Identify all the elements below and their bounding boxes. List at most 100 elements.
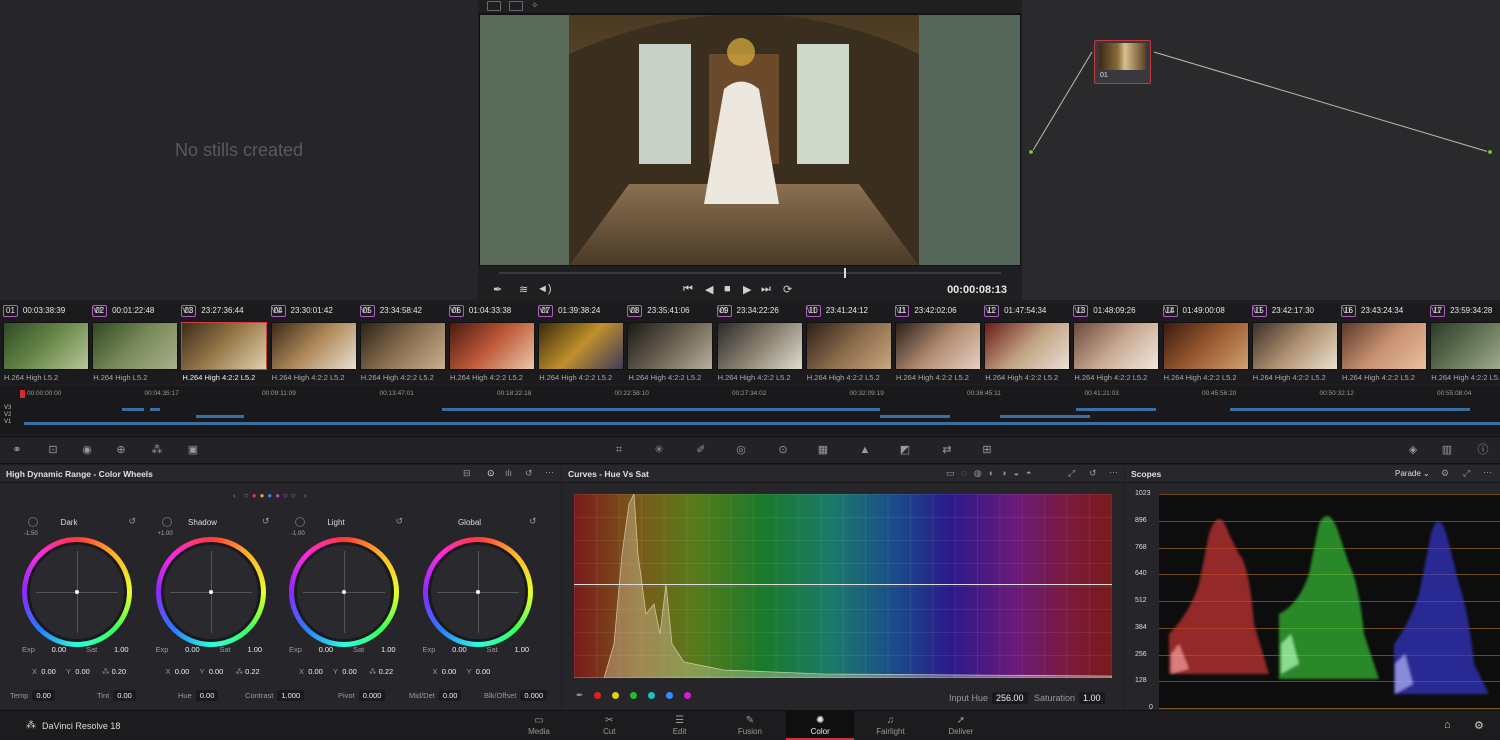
middet-control[interactable]: Mid/Det 0.00 xyxy=(409,690,462,701)
loop-icon[interactable]: ⟳ xyxy=(783,283,792,296)
exp-field[interactable]: Exp 0.00 xyxy=(423,645,467,654)
sat-field[interactable]: Sat 1.00 xyxy=(220,645,263,654)
page-tab-fairlight[interactable]: ♫ Fairlight xyxy=(857,711,925,740)
timeline-clip[interactable] xyxy=(880,415,950,418)
sat-field[interactable]: Sat 1.00 xyxy=(86,645,129,654)
clip-thumbnail[interactable] xyxy=(92,322,179,370)
scope-expand-icon[interactable]: ⤢ xyxy=(1463,468,1470,479)
scope-mode-select[interactable]: Parade ⌄ xyxy=(1395,469,1430,478)
tracker-icon[interactable]: ⊙ xyxy=(776,444,790,456)
magic-mask-icon[interactable]: ✧ xyxy=(531,0,545,10)
play-reverse-icon[interactable]: ◀ xyxy=(705,283,713,296)
hue-dot[interactable] xyxy=(666,692,673,699)
hue-dot[interactable] xyxy=(648,692,655,699)
more-options-icon[interactable]: ⋯ xyxy=(545,467,554,478)
timeline-ruler[interactable]: 00:00:00:00 00:04:35:17 00:09:11:09 00:13:4… xyxy=(22,390,1500,402)
page-tab-media[interactable]: ▭ Media xyxy=(505,711,573,740)
clip-thumbnail[interactable] xyxy=(3,322,89,370)
corrector-node[interactable]: 01 xyxy=(1094,40,1151,84)
pivot-control[interactable]: Pivot 0.000 xyxy=(338,690,386,701)
lum-field[interactable]: ⁂ 0.22 xyxy=(369,667,393,676)
timeline-clip[interactable] xyxy=(1076,408,1156,411)
lum-field[interactable]: ⁂ 0.20 xyxy=(102,667,126,676)
viewer-image[interactable] xyxy=(479,14,1021,266)
timeline-clip[interactable] xyxy=(122,408,144,411)
wheel-center[interactable] xyxy=(427,542,528,642)
curve-line[interactable] xyxy=(574,584,1112,585)
bars-mode-icon[interactable]: ılı xyxy=(505,468,512,478)
exp-field[interactable]: Exp 0.00 xyxy=(22,645,66,654)
timeline-playhead[interactable] xyxy=(20,390,25,398)
y-field[interactable]: Y 0.00 xyxy=(200,667,224,676)
input-port[interactable] xyxy=(1028,149,1034,155)
clip-thumbnail[interactable] xyxy=(716,322,803,370)
page-tab-edit[interactable]: ☰ Edit xyxy=(646,711,714,740)
wheel-ring[interactable] xyxy=(22,537,132,647)
exp-field[interactable]: Exp 0.00 xyxy=(289,645,333,654)
wheel-ring[interactable] xyxy=(422,537,533,647)
scope-settings-icon[interactable]: ⚙ xyxy=(1441,468,1449,479)
curve-mode-icons[interactable]: ▭◌◍◐◑◒◓ xyxy=(946,468,1038,479)
clip-thumbnail[interactable] xyxy=(181,322,268,370)
wheel-center[interactable] xyxy=(27,542,127,642)
expand-icon[interactable]: ⤢ xyxy=(1068,468,1075,479)
blur-icon[interactable]: ▲ xyxy=(858,444,872,456)
exp-field[interactable]: Exp 0.00 xyxy=(156,645,200,654)
y-field[interactable]: Y 0.00 xyxy=(333,667,357,676)
keyframe-icon[interactable]: ▣ xyxy=(186,444,200,456)
reset-icon[interactable]: ↺ xyxy=(525,468,533,479)
sat-field[interactable]: Sat 1.00 xyxy=(487,645,530,654)
y-field[interactable]: Y 0.00 xyxy=(66,667,90,676)
hue-vs-sat-graph[interactable] xyxy=(574,494,1112,678)
hue-dot[interactable] xyxy=(612,692,619,699)
playhead[interactable] xyxy=(844,268,846,278)
hue-dot[interactable] xyxy=(630,692,637,699)
clip-thumbnail[interactable] xyxy=(1251,322,1338,370)
eyedropper-icon[interactable]: ✒ xyxy=(576,690,584,701)
curves-reset-icon[interactable]: ↺ xyxy=(1089,468,1097,479)
hue-dot[interactable] xyxy=(594,692,601,699)
info-icon[interactable]: ⓘ xyxy=(1476,444,1490,456)
clip-thumbnail[interactable] xyxy=(805,322,892,370)
scopes-icon[interactable]: ▥ xyxy=(1440,444,1454,456)
clip-thumbnail[interactable] xyxy=(1341,322,1427,370)
go-to-start-icon[interactable]: ⏮ xyxy=(683,283,693,296)
key-icon[interactable]: ◩ xyxy=(898,444,912,456)
lum-field[interactable]: ⁂ 0.22 xyxy=(236,667,260,676)
curves-more-icon[interactable]: ⋯ xyxy=(1109,467,1118,478)
stop-icon[interactable]: ■ xyxy=(724,283,731,295)
x-field[interactable]: X 0.00 xyxy=(299,667,323,676)
magic-mask-tool-icon[interactable]: ▦ xyxy=(816,444,830,456)
viewer-scrubber[interactable] xyxy=(499,268,1001,278)
clip-thumbnail[interactable] xyxy=(627,322,714,370)
wheels-mode-icon[interactable]: ⊙ xyxy=(487,468,495,479)
wheel-center[interactable] xyxy=(294,542,394,642)
wheel-ring[interactable] xyxy=(155,537,266,647)
timeline-clip[interactable] xyxy=(1000,415,1090,418)
picker-icon[interactable]: ✒ xyxy=(493,283,502,296)
lightbox-icon[interactable]: ⚭ xyxy=(10,444,24,456)
node-graph[interactable]: 01 xyxy=(1022,0,1500,300)
clip-thumbnail[interactable] xyxy=(1073,322,1160,370)
hue-dot[interactable] xyxy=(684,692,691,699)
wheel-puck[interactable] xyxy=(75,590,79,594)
play-icon[interactable]: ▶ xyxy=(743,283,751,296)
volume-icon[interactable]: ◄) xyxy=(537,283,552,295)
scope-more-icon[interactable]: ⋯ xyxy=(1483,467,1492,478)
x-field[interactable]: X 0.00 xyxy=(32,667,56,676)
wheel-ring[interactable] xyxy=(289,537,399,647)
clip-thumbnail[interactable] xyxy=(359,322,446,370)
crop-icon[interactable]: ⊡ xyxy=(46,444,60,456)
sizing-icon[interactable]: ⇄ xyxy=(940,444,954,456)
x-field[interactable]: X 0.00 xyxy=(433,667,457,676)
output-port[interactable] xyxy=(1487,149,1493,155)
keyframes-panel-icon[interactable]: ◈ xyxy=(1406,444,1420,456)
contrast-control[interactable]: Contrast 1.000 xyxy=(245,690,305,701)
input-hue-control[interactable]: Input Hue 256.00 xyxy=(949,692,1028,704)
page-tab-fusion[interactable]: ✎ Fusion xyxy=(716,711,784,740)
3d-icon[interactable]: ⊞ xyxy=(980,444,994,456)
blkoffset-control[interactable]: Blk/Offset 0.000 xyxy=(484,690,548,701)
split-icon[interactable]: ⊟ xyxy=(463,468,471,479)
wheel-zone-pager[interactable]: ‹ ○●●●●○○ › xyxy=(233,491,310,500)
clip-thumbnail[interactable] xyxy=(1430,322,1500,370)
